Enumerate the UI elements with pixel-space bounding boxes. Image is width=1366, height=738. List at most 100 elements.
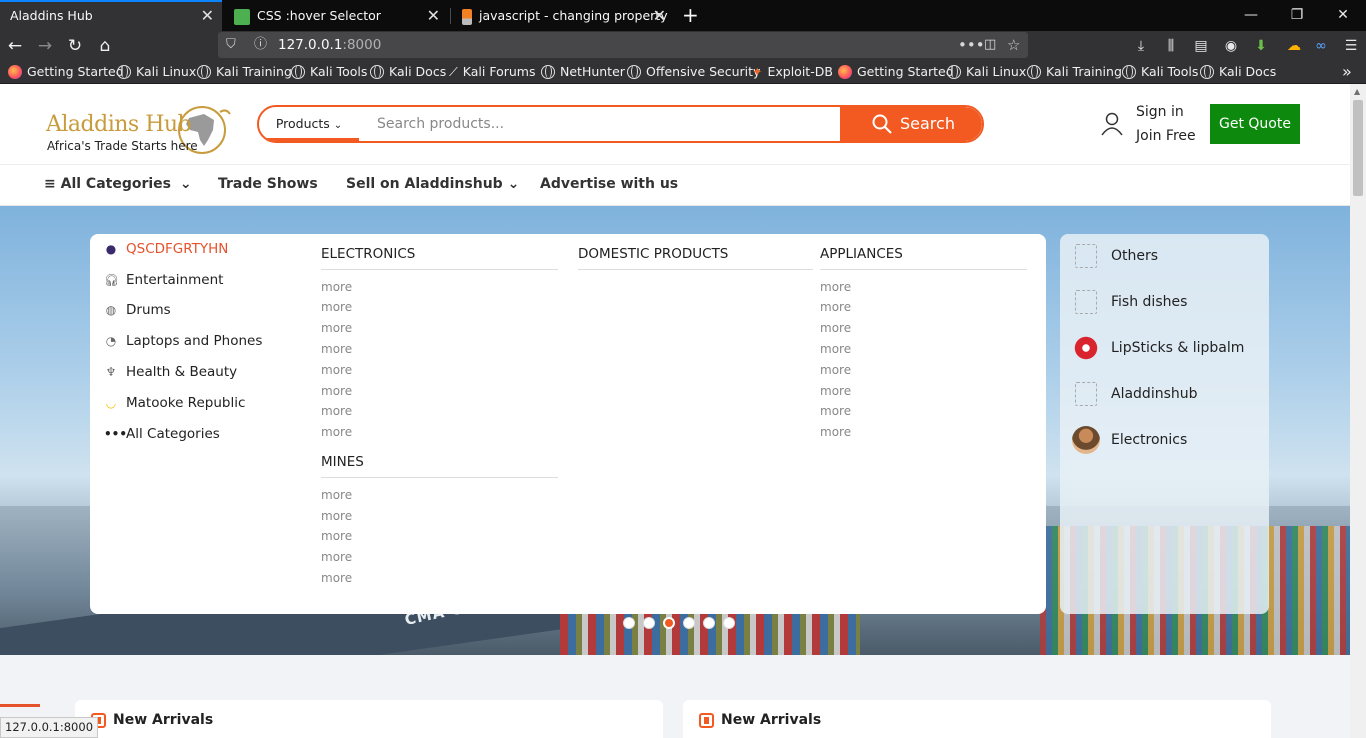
featured-item[interactable]: LipSticks & lipbalm bbox=[1072, 331, 1244, 365]
featured-item[interactable]: Electronics bbox=[1072, 423, 1187, 457]
more-link[interactable]: more bbox=[321, 300, 352, 314]
more-link[interactable]: more bbox=[321, 342, 352, 356]
column-header-electronics[interactable]: ELECTRONICS bbox=[321, 246, 558, 270]
column-header-appliances[interactable]: APPLIANCES bbox=[820, 246, 1027, 270]
bookmark-kali-docs[interactable]: Kali Docs bbox=[370, 60, 446, 84]
more-link[interactable]: more bbox=[321, 488, 352, 502]
reload-icon[interactable]: ↻ bbox=[62, 34, 88, 58]
user-icon[interactable] bbox=[1101, 112, 1123, 136]
more-link[interactable]: more bbox=[820, 280, 851, 294]
page-actions-icon[interactable]: ••• bbox=[958, 32, 985, 58]
url-bar[interactable]: ⛉ ⓘ 127.0.0.1:8000 ••• ◫ ☆ bbox=[218, 32, 1028, 58]
column-header-domestic[interactable]: DOMESTIC PRODUCTS bbox=[578, 246, 813, 270]
sign-in-link[interactable]: Sign in bbox=[1136, 104, 1184, 120]
category-item[interactable]: 🎧︎ Entertainment bbox=[104, 268, 223, 292]
category-item[interactable]: •••All Categories bbox=[104, 422, 220, 446]
pocket-icon[interactable]: ◫ bbox=[984, 32, 996, 58]
category-item[interactable]: ♆ Health & Beauty bbox=[104, 360, 238, 384]
more-link[interactable]: more bbox=[321, 321, 352, 335]
more-link[interactable]: more bbox=[820, 363, 851, 377]
join-free-link[interactable]: Join Free bbox=[1136, 128, 1196, 144]
library-icon[interactable]: ⫼ bbox=[1160, 34, 1182, 58]
category-item[interactable]: ● QSCDFGRTYHN bbox=[104, 237, 229, 261]
carousel-dot[interactable] bbox=[623, 617, 635, 629]
bookmark-offensive-security[interactable]: Offensive Security bbox=[627, 60, 760, 84]
bookmark-kali-training[interactable]: Kali Training bbox=[197, 60, 292, 84]
more-link[interactable]: more bbox=[321, 280, 352, 294]
more-link[interactable]: more bbox=[820, 342, 851, 356]
back-icon[interactable]: ← bbox=[2, 34, 28, 58]
more-link[interactable]: more bbox=[820, 425, 851, 439]
minimize-icon[interactable]: — bbox=[1228, 0, 1274, 31]
tab-aladdins-hub[interactable]: Aladdins Hub ✕ bbox=[0, 0, 222, 31]
scroll-up-icon[interactable]: ▲ bbox=[1354, 87, 1360, 96]
more-link[interactable]: more bbox=[820, 321, 851, 335]
nav-all-categories[interactable]: ≡ All Categories ⌄ bbox=[44, 165, 192, 203]
more-link[interactable]: more bbox=[321, 384, 352, 398]
carousel-dot[interactable] bbox=[643, 617, 655, 629]
more-link[interactable]: more bbox=[820, 300, 851, 314]
more-link[interactable]: more bbox=[321, 550, 352, 564]
tab-javascript[interactable]: javascript - changing property ✕ bbox=[452, 0, 674, 31]
category-item[interactable]: ◡ Matooke Republic bbox=[104, 391, 246, 415]
carousel-dot-active[interactable] bbox=[663, 617, 675, 629]
column-header-mines[interactable]: MINES bbox=[321, 454, 558, 478]
get-quote-button[interactable]: Get Quote bbox=[1210, 104, 1300, 144]
more-link[interactable]: more bbox=[820, 384, 851, 398]
bookmark-kali-linux-2[interactable]: Kali Linux bbox=[947, 60, 1026, 84]
nav-advertise[interactable]: Advertise with us bbox=[540, 165, 678, 203]
bookmark-kali-tools-2[interactable]: Kali Tools bbox=[1122, 60, 1198, 84]
more-link[interactable]: more bbox=[321, 425, 352, 439]
bookmark-kali-docs-2[interactable]: Kali Docs bbox=[1200, 60, 1276, 84]
close-tab-icon[interactable]: ✕ bbox=[653, 0, 666, 31]
more-link[interactable]: more bbox=[321, 529, 352, 543]
bookmark-getting-started-2[interactable]: Getting Started bbox=[838, 60, 954, 84]
carousel-dot[interactable] bbox=[703, 617, 715, 629]
site-logo[interactable]: Aladdins Hub Africa's Trade Starts here bbox=[44, 102, 234, 158]
bookmark-exploit-db[interactable]: ✦ Exploit-DB bbox=[752, 60, 833, 84]
url-text[interactable]: 127.0.0.1:8000 bbox=[278, 32, 381, 58]
close-tab-icon[interactable]: ✕ bbox=[201, 2, 214, 30]
featured-item[interactable]: Aladdinshub bbox=[1072, 377, 1198, 411]
bookmark-star-icon[interactable]: ☆ bbox=[1007, 32, 1020, 58]
scroll-thumb[interactable] bbox=[1353, 100, 1363, 196]
more-link[interactable]: more bbox=[321, 571, 352, 585]
bookmarks-overflow-icon[interactable]: » bbox=[1342, 60, 1352, 84]
category-item[interactable]: ◍ Drums bbox=[104, 298, 171, 322]
page-scrollbar[interactable]: ▲ bbox=[1350, 84, 1366, 738]
bookmark-kali-tools[interactable]: Kali Tools bbox=[291, 60, 367, 84]
search-input[interactable] bbox=[377, 107, 837, 141]
restore-icon[interactable]: ❐ bbox=[1274, 0, 1320, 31]
carousel-dot[interactable] bbox=[683, 617, 695, 629]
bookmark-nethunter[interactable]: NetHunter bbox=[541, 60, 625, 84]
nav-sell[interactable]: Sell on Aladdinshub ⌄ bbox=[346, 165, 519, 203]
category-item[interactable]: ◔ Laptops and Phones bbox=[104, 329, 263, 353]
bookmark-kali-forums[interactable]: ⟋ Kali Forums bbox=[449, 60, 535, 84]
extension-infinity-icon[interactable]: ∞ bbox=[1310, 34, 1332, 58]
featured-item[interactable]: Others bbox=[1072, 239, 1158, 273]
new-tab-button[interactable]: + bbox=[676, 0, 704, 31]
close-window-icon[interactable]: ✕ bbox=[1320, 0, 1366, 31]
extension-cookie-icon[interactable]: ☁ bbox=[1283, 34, 1305, 58]
forward-icon[interactable]: → bbox=[32, 34, 58, 58]
info-icon[interactable]: ⓘ bbox=[254, 32, 267, 58]
home-icon[interactable]: ⌂ bbox=[92, 34, 118, 58]
menu-icon[interactable]: ☰ bbox=[1340, 34, 1362, 58]
close-tab-icon[interactable]: ✕ bbox=[427, 0, 440, 31]
nav-trade-shows[interactable]: Trade Shows bbox=[218, 165, 318, 203]
sidebar-icon[interactable]: ▤ bbox=[1190, 34, 1212, 58]
more-link[interactable]: more bbox=[321, 404, 352, 418]
shield-icon[interactable]: ⛉ bbox=[226, 32, 236, 58]
extension-download-icon[interactable]: ⬇ bbox=[1250, 34, 1272, 58]
products-dropdown[interactable]: Products ⌄ bbox=[259, 107, 359, 141]
search-button[interactable]: Search bbox=[840, 107, 982, 141]
more-link[interactable]: more bbox=[321, 363, 352, 377]
bookmark-kali-training-2[interactable]: Kali Training bbox=[1027, 60, 1122, 84]
bookmark-kali-linux[interactable]: Kali Linux bbox=[117, 60, 196, 84]
more-link[interactable]: more bbox=[820, 404, 851, 418]
downloads-icon[interactable]: ⤓ bbox=[1130, 34, 1152, 58]
tab-css-hover[interactable]: CSS :hover Selector ✕ bbox=[224, 0, 448, 31]
featured-item[interactable]: Fish dishes bbox=[1072, 285, 1187, 319]
more-link[interactable]: more bbox=[321, 509, 352, 523]
bookmark-getting-started[interactable]: Getting Started bbox=[8, 60, 124, 84]
